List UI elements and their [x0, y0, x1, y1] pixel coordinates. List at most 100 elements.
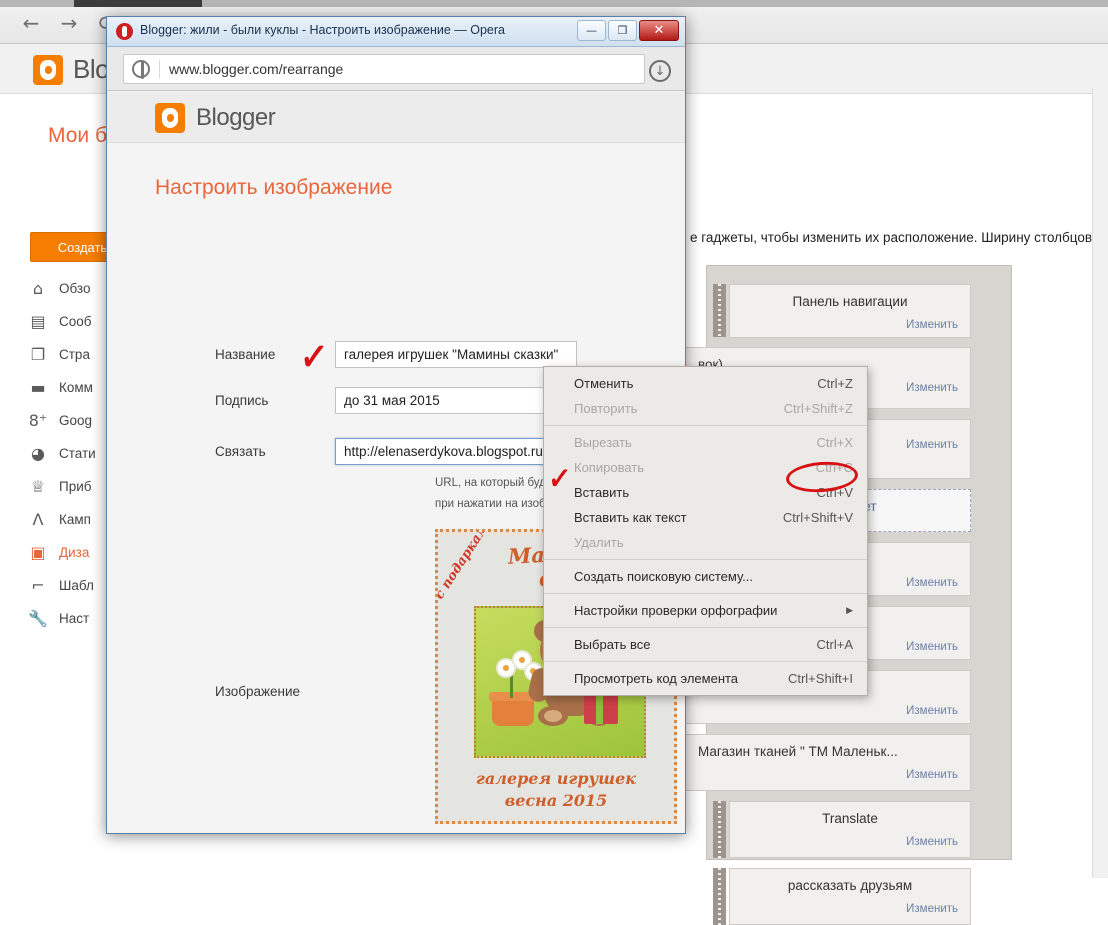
stats-icon: ◕: [31, 443, 45, 463]
menu-item-label: Просмотреть код элемента: [574, 671, 739, 686]
page-scrollbar[interactable]: [1092, 88, 1108, 878]
menu-item-shortcut: Ctrl+Shift+V: [782, 510, 853, 525]
dialog-brand-label: Blogger: [196, 103, 276, 131]
layout-icon: ▣: [30, 542, 46, 562]
download-icon[interactable]: ↓: [649, 60, 671, 82]
pages-icon: ❐: [30, 344, 46, 364]
gadget-drag-handle[interactable]: [713, 801, 726, 858]
image-footer-line-1: галерея игрушек: [475, 769, 637, 788]
menu-separator: [544, 425, 867, 426]
menu-item-shortcut: Ctrl+X: [816, 435, 853, 450]
blogger-logo-icon: [33, 54, 63, 85]
sidebar-item-label: Стати: [59, 446, 96, 461]
field-row-link: Связать http://elenaserdykova.blogspot.r…: [215, 438, 585, 465]
menu-separator: [544, 661, 867, 662]
gadget-drag-handle[interactable]: [713, 284, 726, 337]
menu-separator: [544, 627, 867, 628]
menu-item-6[interactable]: Вставить как текст Ctrl+Shift+V: [544, 505, 867, 530]
gadget-title: рассказать друзьям: [787, 878, 913, 893]
menu-item-label: Выбрать все: [574, 637, 651, 652]
forward-icon[interactable]: →: [56, 10, 82, 36]
context-menu[interactable]: Отменить Ctrl+Z Повторить Ctrl+Shift+Z Вырез…: [543, 366, 868, 696]
sidebar-item-label: Приб: [59, 479, 92, 494]
sidebar-item-label: Наст: [59, 611, 90, 626]
field-row-image: Изображение: [215, 678, 335, 699]
sidebar-item-label: Сооб: [59, 314, 92, 329]
close-button[interactable]: ✕: [639, 20, 679, 41]
opera-logo-icon: [116, 23, 133, 40]
caption-label: Подпись: [215, 393, 269, 408]
field-row-caption: Подпись до 31 мая 2015: [215, 387, 577, 414]
layout-hint-text: е гаджеты, чтобы изменить их расположени…: [690, 230, 1108, 245]
sidebar-item-label: Комм: [59, 380, 93, 395]
annotation-check-paste: ✓: [546, 457, 572, 501]
menu-item-shortcut: Ctrl+A: [816, 637, 853, 652]
bear-foot-pad: [544, 710, 562, 722]
gadget-drag-handle[interactable]: [713, 868, 726, 925]
image-footer-text: галерея игрушек весна 2015: [438, 768, 674, 812]
google-plus-icon: 8⁺: [28, 410, 48, 430]
background-active-tab[interactable]: [74, 0, 202, 7]
menu-item-label: Удалить: [574, 535, 624, 550]
sidebar-item-label: Шабл: [59, 578, 94, 593]
address-separator: [159, 60, 160, 78]
gadget-title: Translate: [822, 811, 878, 826]
gadget-edit-link[interactable]: Изменить: [742, 836, 958, 848]
blogger-logo-icon: [155, 102, 185, 133]
address-url-text: www.blogger.com/rearrange: [169, 61, 344, 77]
field-row-name: Название галерея игрушек "Мамины сказки": [215, 341, 577, 368]
menu-item-label: Копировать: [574, 460, 644, 475]
menu-item-label: Отменить: [574, 376, 634, 391]
caption-input[interactable]: до 31 мая 2015: [335, 387, 577, 414]
gadget-title: Магазин тканей " ТМ Маленьк...: [698, 744, 898, 759]
menu-item-label: Повторить: [574, 401, 638, 416]
menu-item-7: Удалить: [544, 530, 867, 555]
menu-item-13[interactable]: Выбрать все Ctrl+A: [544, 632, 867, 657]
chevron-right-icon: ▶: [846, 605, 853, 616]
sidebar-item-label: Обзо: [59, 281, 91, 296]
maximize-button[interactable]: ❐: [608, 20, 637, 41]
menu-item-9[interactable]: Создать поисковую систему...: [544, 564, 867, 589]
menu-item-shortcut: Ctrl+Z: [817, 376, 853, 391]
posts-icon: ▤: [30, 311, 46, 331]
back-icon[interactable]: ←: [18, 10, 44, 36]
sidebar-item-label: Goog: [59, 413, 93, 428]
gadget-edit-link[interactable]: Изменить: [742, 319, 958, 331]
dialog-blogger-header: Blogger: [107, 93, 685, 143]
gadget-item[interactable]: Магазин тканей " ТМ Маленьк... Изменить: [685, 734, 971, 791]
page-title: Настроить изображение: [155, 176, 393, 199]
sidebar-item-label: Диза: [59, 545, 90, 560]
gadget-edit-link[interactable]: Изменить: [698, 705, 958, 717]
menu-item-label: Вырезать: [574, 435, 632, 450]
opera-title-bar[interactable]: Blogger: жили - были куклы - Настроить и…: [107, 17, 685, 47]
campaigns-icon: Λ: [32, 509, 44, 529]
image-label: Изображение: [215, 684, 301, 699]
gadget-edit-link[interactable]: Изменить: [742, 903, 958, 915]
home-icon: ⌂: [32, 278, 44, 298]
menu-item-1: Повторить Ctrl+Shift+Z: [544, 396, 867, 421]
menu-item-label: Вставить: [574, 485, 630, 500]
link-label: Связать: [215, 444, 266, 459]
menu-item-label: Создать поисковую систему...: [574, 569, 754, 584]
sidebar-item-label: Камп: [59, 512, 91, 527]
gadget-item[interactable]: Translate Изменить: [729, 801, 971, 858]
globe-icon: [132, 60, 150, 79]
menu-item-15[interactable]: Просмотреть код элемента Ctrl+Shift+I: [544, 666, 867, 691]
menu-separator: [544, 593, 867, 594]
menu-item-label: Вставить как текст: [574, 510, 687, 525]
gadget-item[interactable]: Панель навигации Изменить: [729, 284, 971, 338]
menu-item-11[interactable]: Настройки проверки орфографии ▶: [544, 598, 867, 623]
menu-item-0[interactable]: Отменить Ctrl+Z: [544, 371, 867, 396]
settings-wrench-icon: 🔧: [28, 608, 48, 628]
opera-window-title: Blogger: жили - были куклы - Настроить и…: [140, 23, 505, 37]
name-input[interactable]: галерея игрушек "Мамины сказки": [335, 341, 577, 368]
address-input[interactable]: www.blogger.com/rearrange: [123, 54, 645, 84]
image-footer-line-2: весна 2015: [504, 791, 608, 810]
menu-item-shortcut: Ctrl+Shift+Z: [783, 401, 853, 416]
gadget-edit-link[interactable]: Изменить: [698, 769, 958, 781]
gadget-item[interactable]: рассказать друзьям Изменить: [729, 868, 971, 925]
template-icon: ⌐: [31, 575, 45, 595]
background-tab-strip: [0, 0, 1108, 7]
minimize-button[interactable]: —: [577, 20, 606, 41]
gadget-title: Панель навигации: [792, 294, 908, 309]
